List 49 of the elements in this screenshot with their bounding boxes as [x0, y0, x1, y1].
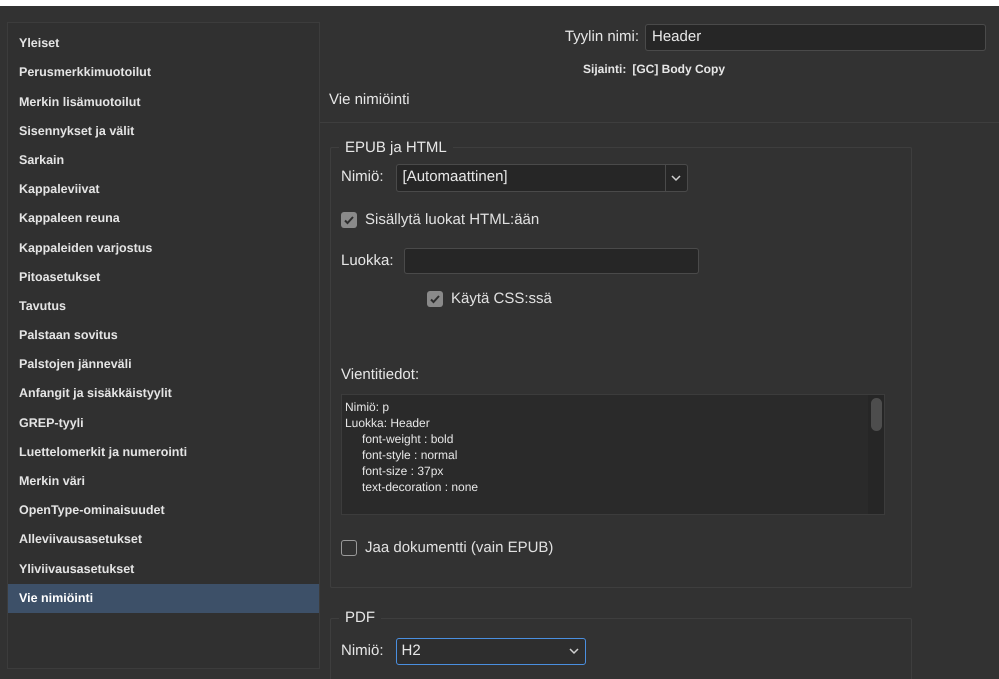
- category-item[interactable]: Merkin lisämuotoilut: [8, 87, 319, 117]
- class-field[interactable]: [404, 248, 699, 274]
- category-item[interactable]: Perusmerkkimuotoilut: [8, 58, 319, 88]
- category-item[interactable]: Vie nimiöinti: [8, 584, 319, 613]
- category-item[interactable]: Kappaleen reuna: [8, 204, 319, 234]
- checkbox[interactable]: [427, 291, 443, 308]
- export-detail-line: text-decoration : none: [361, 479, 480, 495]
- checkmark-icon: [343, 214, 355, 226]
- category-item[interactable]: Sisennykset ja välit: [8, 116, 319, 146]
- category-item[interactable]: Tavutus: [8, 292, 319, 321]
- class-label: Luokka:: [341, 250, 394, 271]
- checkbox[interactable]: [341, 212, 357, 228]
- category-item[interactable]: Pitoasetukset: [8, 262, 319, 292]
- checkbox-label: Jaa dokumentti (vain EPUB): [365, 538, 554, 558]
- export-detail-line: Nimiö: p: [345, 399, 390, 415]
- tag-label: Nimiö:: [341, 167, 384, 188]
- location-label: Sijainti:: [583, 61, 626, 78]
- checkbox[interactable]: [341, 540, 357, 556]
- export-detail-line: font-weight : bold: [361, 431, 454, 447]
- checkbox-label: Sisällytä luokat HTML:ään: [365, 210, 540, 230]
- category-item[interactable]: Yliviivausasetukset: [8, 554, 319, 584]
- style-name-field[interactable]: Header: [645, 24, 986, 51]
- style-name-label: Tyylin nimi:: [564, 27, 639, 48]
- tag-dropdown[interactable]: H2: [396, 638, 586, 664]
- category-item[interactable]: Kappaleviivat: [8, 174, 319, 204]
- category-item[interactable]: Alleviivausasetukset: [8, 525, 319, 554]
- export-details-label: Vientitiedot:: [341, 364, 420, 384]
- chevron-down-icon: [670, 174, 682, 182]
- category-item[interactable]: Sarkain: [8, 146, 319, 175]
- category-item[interactable]: GREP-tyyli: [8, 408, 319, 438]
- export-detail-line: Luokka: Header: [345, 415, 431, 431]
- export-detail-line: font-style : normal: [361, 447, 458, 463]
- checkbox-label: Käytä CSS:ssä: [451, 289, 552, 309]
- category-item[interactable]: Anfangit ja sisäkkäistyylit: [8, 379, 319, 408]
- category-item[interactable]: Kappaleiden varjostus: [8, 233, 319, 262]
- checkmark-icon: [429, 293, 441, 306]
- category-item[interactable]: Yleiset: [8, 29, 319, 58]
- category-item[interactable]: Merkin väri: [8, 466, 319, 496]
- scrollbar-thumb[interactable]: [870, 398, 882, 431]
- tag-label: Nimiö:: [341, 640, 384, 661]
- section-title: Vie nimiöinti: [328, 90, 411, 110]
- chevron-down-icon: [568, 647, 580, 655]
- category-item[interactable]: Luettelomerkit ja numerointi: [8, 438, 319, 467]
- tag-dropdown[interactable]: [Automaattinen]: [396, 164, 688, 192]
- location-value: [GC] Body Copy: [632, 61, 726, 78]
- export-detail-line: font-size : 37px: [361, 463, 444, 479]
- category-item[interactable]: Palstojen jänneväli: [8, 350, 319, 380]
- category-item[interactable]: Palstaan sovitus: [8, 320, 319, 350]
- category-item[interactable]: OpenType-ominaisuudet: [8, 496, 319, 526]
